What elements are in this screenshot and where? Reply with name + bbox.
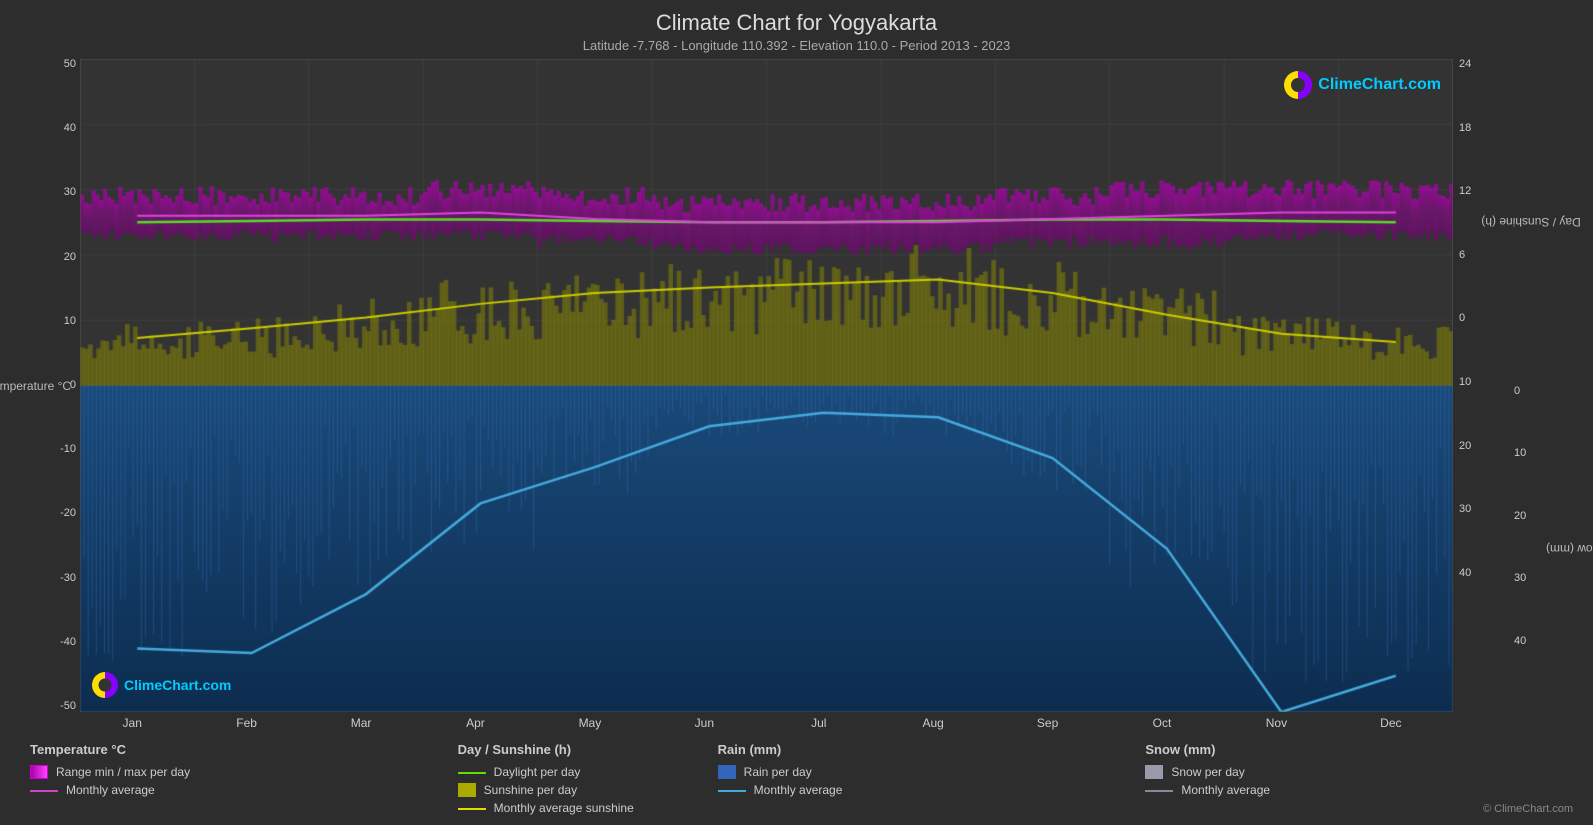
legend: Temperature °C Range min / max per day M… bbox=[20, 736, 1573, 815]
y-tick-left-n50: -50 bbox=[38, 701, 76, 712]
y-tick-right1-10: 10 bbox=[1459, 377, 1508, 388]
x-tick-feb: Feb bbox=[189, 716, 303, 730]
legend-col-snow: Snow (mm) Snow per day Monthly average ©… bbox=[1145, 742, 1573, 815]
legend-sunshine-monthly: Monthly average sunshine bbox=[458, 801, 718, 815]
legend-snow-swatch: Snow per day bbox=[1145, 765, 1573, 779]
y-tick-left-n30: -30 bbox=[38, 573, 76, 584]
y-tick-right1-24: 24 bbox=[1459, 59, 1508, 70]
legend-swatch-temp-range bbox=[30, 765, 48, 779]
x-axis: Jan Feb Mar Apr May Jun Jul Aug Sep Oct … bbox=[75, 712, 1448, 734]
y-tick-left-30: 30 bbox=[38, 187, 76, 198]
legend-daylight: Daylight per day bbox=[458, 765, 718, 779]
y-tick-left-n20: -20 bbox=[38, 508, 76, 519]
x-tick-nov: Nov bbox=[1219, 716, 1333, 730]
x-tick-may: May bbox=[533, 716, 647, 730]
copyright: © ClimeChart.com bbox=[1483, 803, 1573, 815]
x-tick-aug: Aug bbox=[876, 716, 990, 730]
y-tick-left-n40: -40 bbox=[38, 637, 76, 648]
logo-top-right: ClimeChart.com bbox=[1284, 71, 1441, 99]
x-tick-apr: Apr bbox=[418, 716, 532, 730]
legend-snow-monthly: Monthly average bbox=[1145, 783, 1573, 797]
y-tick-left-40: 40 bbox=[38, 123, 76, 134]
y-tick-right2-40: 40 bbox=[1514, 636, 1573, 647]
y-tick-right1-30: 30 bbox=[1459, 504, 1508, 515]
y-tick-right2-0: 0 bbox=[1514, 386, 1573, 397]
legend-col3-title: Rain (mm) bbox=[718, 742, 1146, 757]
x-tick-mar: Mar bbox=[304, 716, 418, 730]
legend-line-temp-monthly bbox=[30, 790, 58, 792]
x-tick-dec: Dec bbox=[1334, 716, 1448, 730]
legend-swatch-rain bbox=[718, 765, 736, 779]
x-tick-jul: Jul bbox=[762, 716, 876, 730]
logo-bottom-left: ClimeChart.com bbox=[92, 672, 231, 698]
y-tick-left-n10: -10 bbox=[38, 444, 76, 455]
legend-col-temperature: Temperature °C Range min / max per day M… bbox=[30, 742, 458, 815]
y-tick-right2-10: 10 bbox=[1514, 448, 1573, 459]
legend-temp-range: Range min / max per day bbox=[30, 765, 458, 779]
legend-temp-monthly: Monthly average bbox=[30, 783, 458, 797]
legend-swatch-sunshine bbox=[458, 783, 476, 797]
y-tick-left-10: 10 bbox=[38, 316, 76, 327]
legend-line-sunshine-monthly bbox=[458, 808, 486, 810]
y-tick-left-50: 50 bbox=[38, 59, 76, 70]
y-tick-left-20: 20 bbox=[38, 252, 76, 263]
y-axis-left-label: Temperature °C bbox=[0, 379, 71, 393]
y-tick-right1-0: 0 bbox=[1459, 313, 1508, 324]
legend-sunshine-swatch: Sunshine per day bbox=[458, 783, 718, 797]
legend-col-sunshine: Day / Sunshine (h) Daylight per day Suns… bbox=[458, 742, 718, 815]
x-tick-sep: Sep bbox=[990, 716, 1104, 730]
legend-line-daylight bbox=[458, 772, 486, 774]
legend-line-snow-monthly bbox=[1145, 790, 1173, 792]
y-tick-right2-30: 30 bbox=[1514, 573, 1573, 584]
x-tick-jun: Jun bbox=[647, 716, 761, 730]
chart-plot: ClimeChart.com ClimeChart.com bbox=[80, 59, 1453, 712]
legend-col1-title: Temperature °C bbox=[30, 742, 458, 757]
y-tick-right1-18: 18 bbox=[1459, 123, 1508, 134]
x-tick-oct: Oct bbox=[1105, 716, 1219, 730]
y-tick-right1-20: 20 bbox=[1459, 441, 1508, 452]
chart-subtitle: Latitude -7.768 - Longitude 110.392 - El… bbox=[20, 38, 1573, 53]
x-tick-jan: Jan bbox=[75, 716, 189, 730]
legend-swatch-snow bbox=[1145, 765, 1163, 779]
y-tick-right1-6: 6 bbox=[1459, 250, 1508, 261]
legend-rain-monthly: Monthly average bbox=[718, 783, 1146, 797]
y-tick-right1-12: 12 bbox=[1459, 186, 1508, 197]
y-axis-right2-label: Rain / Snow (mm) bbox=[1546, 542, 1593, 556]
legend-col4-title: Snow (mm) bbox=[1145, 742, 1573, 757]
legend-line-rain-monthly bbox=[718, 790, 746, 792]
chart-title: Climate Chart for Yogyakarta bbox=[20, 10, 1573, 36]
y-tick-right2-20: 20 bbox=[1514, 511, 1573, 522]
legend-rain-swatch: Rain per day bbox=[718, 765, 1146, 779]
legend-col2-title: Day / Sunshine (h) bbox=[458, 742, 718, 757]
legend-col-rain: Rain (mm) Rain per day Monthly average bbox=[718, 742, 1146, 815]
y-tick-right1-40: 40 bbox=[1459, 568, 1508, 579]
